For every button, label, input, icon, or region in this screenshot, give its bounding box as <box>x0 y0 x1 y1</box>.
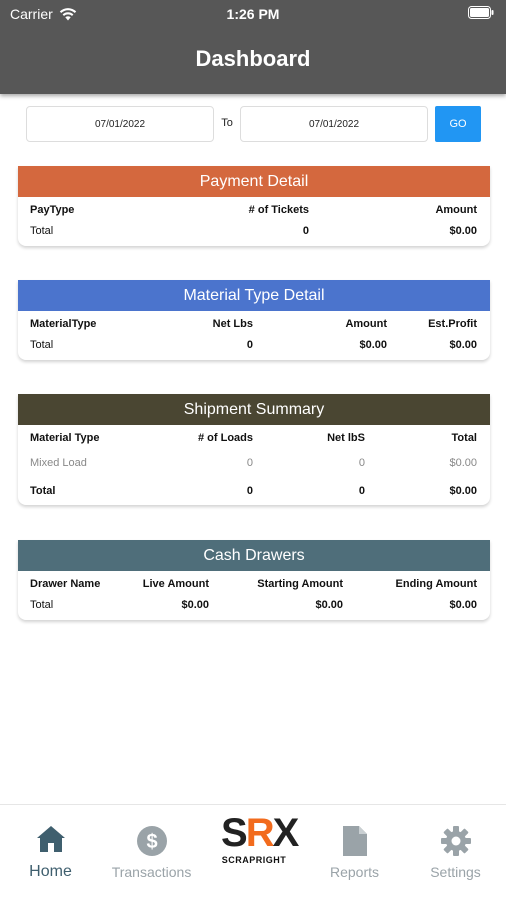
column-header-amount: Amount <box>435 204 477 216</box>
cash-drawers-total-row: Total $0.00 $0.00 $0.00 <box>18 595 490 620</box>
column-header-loads: # of Loads <box>197 432 253 444</box>
tab-home[interactable]: Home <box>0 805 101 895</box>
total-net-lbs: 0 <box>358 485 365 497</box>
bottom-tab-bar: Home $ Transactions SRX SCRAPRIGHT Repor… <box>0 804 506 900</box>
total-label: Total <box>30 485 56 497</box>
tab-transactions[interactable]: $ Transactions <box>101 805 202 895</box>
cash-drawers-card: Cash Drawers Drawer Name Live Amount Sta… <box>18 540 490 620</box>
total-loads: 0 <box>246 485 253 497</box>
total-label: Total <box>30 599 54 611</box>
material-detail-header-row: MaterialType Net Lbs Amount Est.Profit <box>18 314 490 335</box>
to-label: To <box>221 117 233 129</box>
tab-settings[interactable]: Settings <box>405 805 506 895</box>
logo-letters: SRX <box>221 811 299 855</box>
column-header-amount: Amount <box>345 318 387 330</box>
total-total: $0.00 <box>449 485 477 497</box>
clock: 1:26 PM <box>226 6 280 22</box>
column-header-ending-amount: Ending Amount <box>395 578 477 590</box>
svg-text:$: $ <box>146 831 157 853</box>
total-amount: $0.00 <box>449 225 477 237</box>
payment-detail-header-row: PayType # of Tickets Amount <box>18 200 490 221</box>
tab-label-settings: Settings <box>430 864 481 880</box>
column-header-materialtype: MaterialType <box>30 318 97 330</box>
gear-icon <box>440 826 471 856</box>
tab-label-reports: Reports <box>329 864 380 880</box>
tab-reports[interactable]: Reports <box>304 805 405 895</box>
page-title: Dashboard <box>195 46 311 71</box>
tab-label-transactions: Transactions <box>111 864 192 880</box>
column-header-total: Total <box>451 432 477 444</box>
material-name: Mixed Load <box>30 457 87 469</box>
total-label: Total <box>30 339 54 351</box>
go-button[interactable]: GO <box>435 106 481 142</box>
column-header-starting-amount: Starting Amount <box>257 578 343 590</box>
date-filter: To GO <box>0 106 506 142</box>
app-header: Carrier 1:26 PM Dashboard <box>0 0 506 94</box>
tab-label-home: Home <box>29 863 72 880</box>
total-est-profit: $0.00 <box>449 339 477 351</box>
material-type-detail-card: Material Type Detail MaterialType Net Lb… <box>18 280 490 360</box>
payment-detail-title: Payment Detail <box>18 166 490 197</box>
status-bar: Carrier 1:26 PM <box>0 0 506 28</box>
material-type-detail-title: Material Type Detail <box>18 280 490 311</box>
column-header-net-lbs: Net Lbs <box>212 318 253 330</box>
total-tickets: 0 <box>302 225 309 237</box>
total-net-lbs: 0 <box>246 339 253 351</box>
loads-value: 0 <box>246 457 253 469</box>
total-ending-amount: $0.00 <box>449 599 477 611</box>
column-header-net-lbs: Net lbS <box>327 432 365 444</box>
total-label: Total <box>30 225 54 237</box>
battery-icon <box>468 6 494 22</box>
to-date-input[interactable] <box>240 106 428 142</box>
material-detail-total-row: Total 0 $0.00 $0.00 <box>18 335 490 360</box>
table-row[interactable]: Mixed Load 0 0 $0.00 <box>18 449 490 477</box>
document-icon <box>342 826 367 856</box>
column-header-material-type: Material Type <box>30 432 100 444</box>
payment-detail-card: Payment Detail PayType # of Tickets Amou… <box>18 166 490 246</box>
net-lbs-value: 0 <box>358 457 365 469</box>
total-starting-amount: $0.00 <box>315 599 343 611</box>
shipment-header-row: Material Type # of Loads Net lbS Total <box>18 428 490 449</box>
shipment-total-row: Total 0 0 $0.00 <box>18 477 490 505</box>
payment-detail-total-row: Total 0 $0.00 <box>18 221 490 246</box>
column-header-est-profit: Est.Profit <box>428 318 477 330</box>
column-header-drawer-name: Drawer Name <box>30 578 101 590</box>
logo-subtitle: SCRAPRIGHT <box>221 855 287 865</box>
total-live-amount: $0.00 <box>181 599 209 611</box>
column-header-paytype: PayType <box>30 204 75 216</box>
scrapright-logo[interactable]: SRX SCRAPRIGHT <box>221 809 299 879</box>
home-icon <box>36 826 65 852</box>
total-value: $0.00 <box>449 457 477 469</box>
column-header-tickets: # of Tickets <box>248 204 309 216</box>
column-header-live-amount: Live Amount <box>142 578 209 590</box>
dollar-circle-icon: $ <box>136 826 167 856</box>
cash-drawers-header-row: Drawer Name Live Amount Starting Amount … <box>18 574 490 595</box>
from-date-input[interactable] <box>26 106 214 142</box>
total-amount: $0.00 <box>359 339 387 351</box>
cash-drawers-title: Cash Drawers <box>18 540 490 571</box>
shipment-summary-title: Shipment Summary <box>18 394 490 425</box>
shipment-summary-card: Shipment Summary Material Type # of Load… <box>18 394 490 505</box>
